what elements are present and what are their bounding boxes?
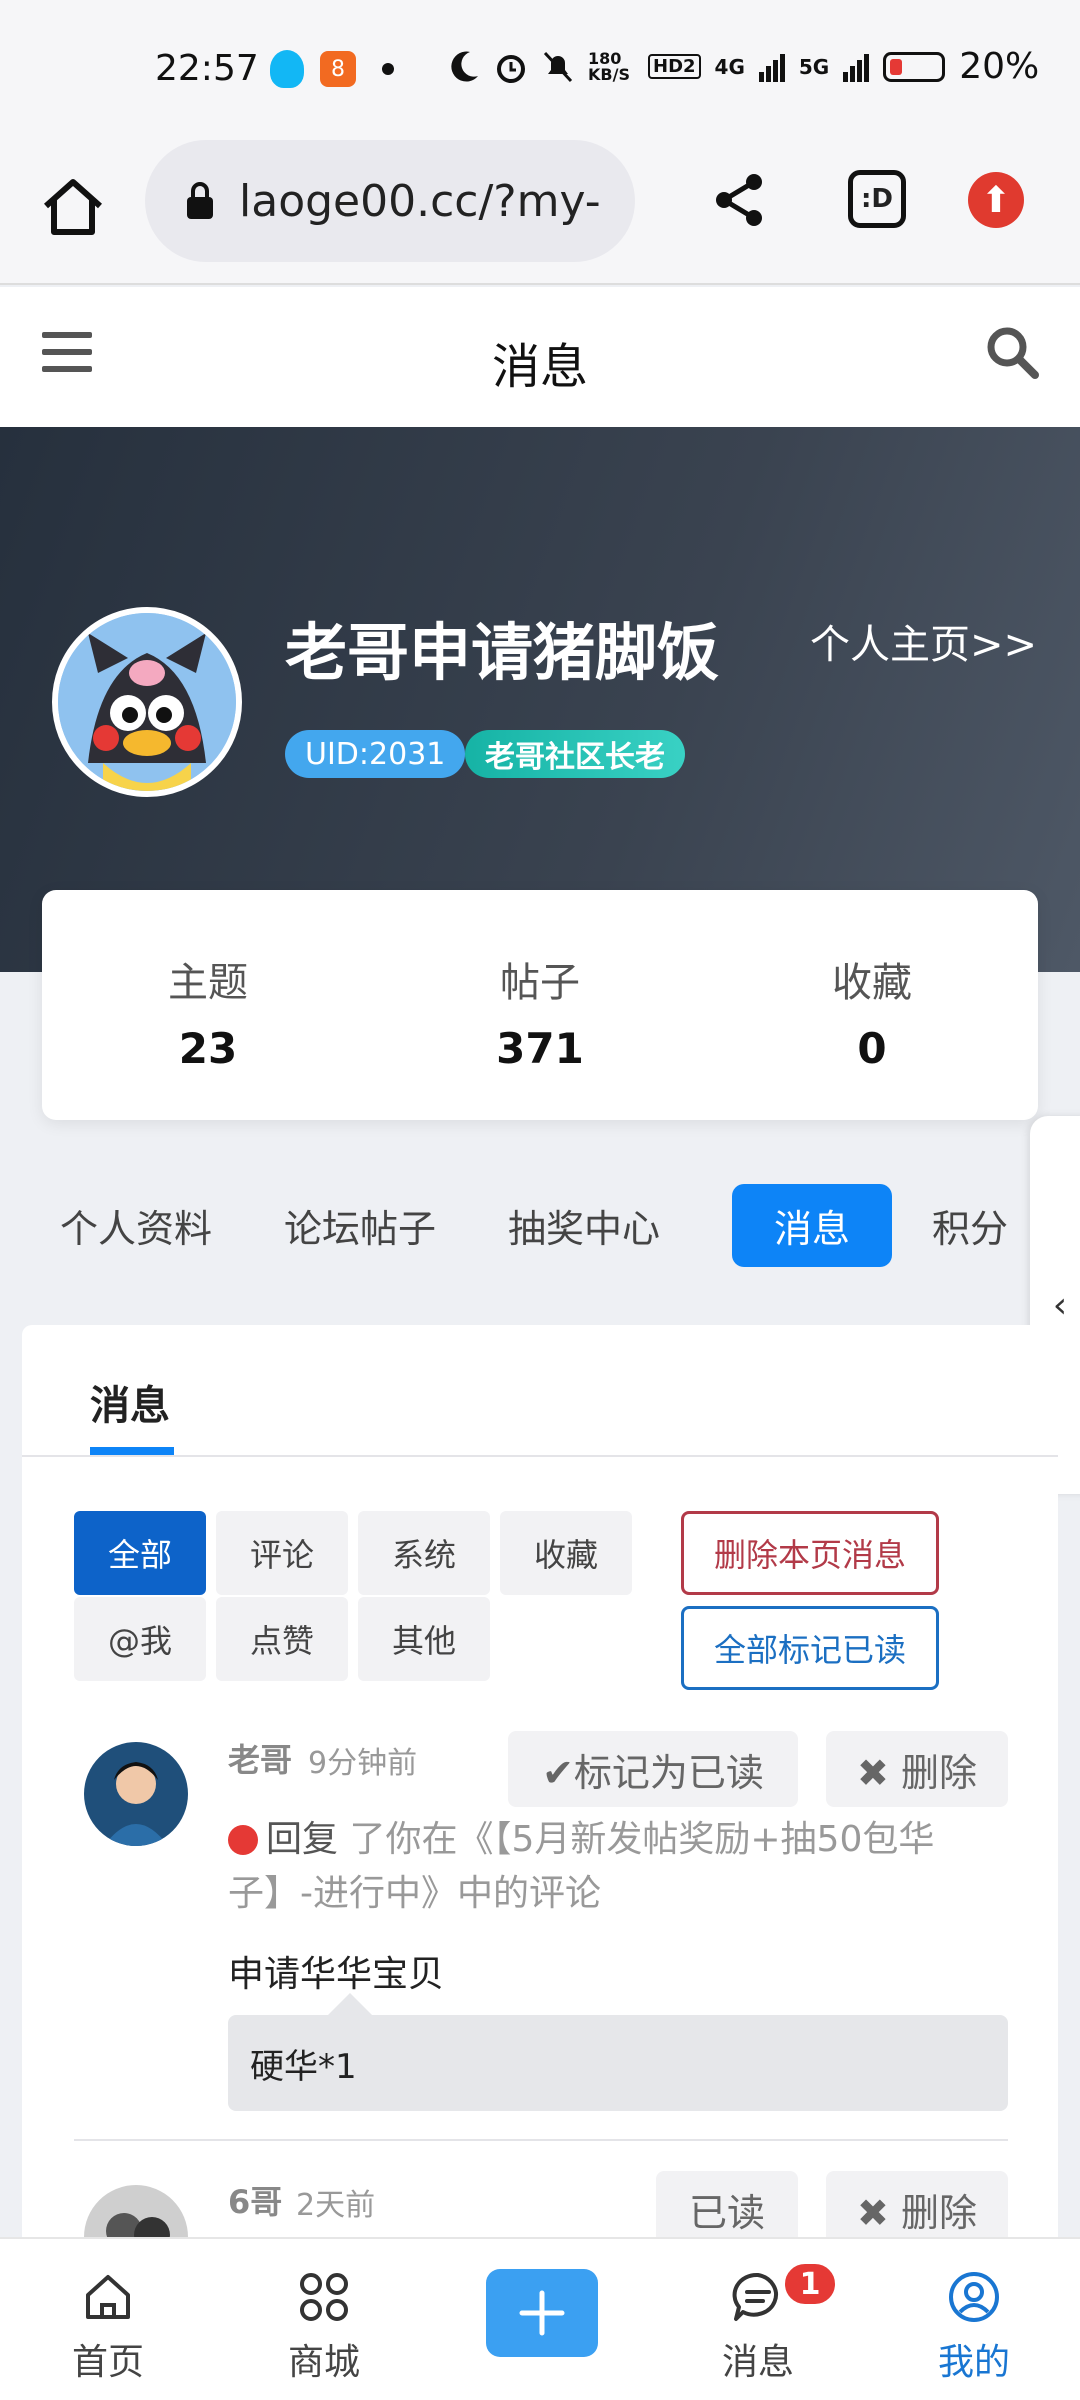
nav-me[interactable]: 我的 [904, 2269, 1044, 2385]
plus-icon [519, 2290, 565, 2336]
panel-tab-indicator [90, 1447, 174, 1455]
nav-label: 我的 [937, 2342, 1010, 2383]
delete-button[interactable]: ✖ 删除 [826, 1731, 1008, 1807]
search-icon[interactable] [985, 325, 1041, 381]
signal-4g: 4G [714, 54, 745, 79]
update-icon[interactable]: ⬆ [968, 172, 1024, 228]
username: 老哥申请猪脚饭 [285, 616, 720, 689]
status-time: 22:57 [155, 48, 259, 89]
action-prefix: 回复 [266, 1819, 339, 1860]
sender-name[interactable]: 6哥 [228, 2177, 282, 2223]
sender-avatar[interactable] [84, 1742, 188, 1846]
moon-icon [451, 51, 478, 82]
mute-icon [543, 51, 573, 82]
tab-profile[interactable]: 个人资料 [60, 1184, 212, 1267]
bottom-nav: 首页 商城 消息 1 我的 [0, 2237, 1080, 2400]
page-title: 消息 [491, 339, 588, 395]
message-time: 9分钟前 [308, 1746, 418, 1781]
stat-label: 收藏 [832, 960, 912, 1006]
sender-name[interactable]: 老哥 [228, 1735, 292, 1781]
nav-shop[interactable]: 商城 [254, 2269, 394, 2385]
stats-card: 主题 23 帖子 371 收藏 0 [42, 890, 1038, 1120]
message-content: 申请华华宝贝 [228, 1954, 445, 1995]
nav-label: 商城 [287, 2342, 360, 2383]
avatar[interactable] [52, 607, 242, 797]
battery-icon [883, 51, 946, 82]
stat-favorites[interactable]: 收藏 0 [706, 890, 1038, 1120]
stat-value: 371 [496, 1024, 584, 1073]
stat-posts[interactable]: 帖子 371 [374, 890, 706, 1120]
tab-points[interactable]: 积分 [932, 1184, 1008, 1267]
home-icon [86, 2275, 130, 2319]
panel-tab-messages[interactable]: 消息 [90, 1373, 170, 1431]
battery-percent: 20% [959, 46, 1040, 87]
rank-badge: 老哥社区长老 [465, 730, 685, 778]
url-bar[interactable]: laoge00.cc/?my- [145, 140, 635, 262]
tab-switcher-icon[interactable]: :D [848, 170, 906, 228]
net-speed: 180 KB/S [588, 48, 630, 84]
stat-label: 主题 [168, 960, 248, 1006]
filter-mentions[interactable]: @我 [74, 1597, 206, 1681]
uid-badge: UID:2031 [285, 730, 466, 778]
status-bar: 22:57 8 180 KB/S HD2 4G 5G 20% [0, 0, 1080, 130]
alarm-icon [497, 54, 525, 83]
browser-toolbar: laoge00.cc/?my- :D ⬆ [0, 130, 1080, 285]
filter-all[interactable]: 全部 [74, 1511, 206, 1595]
hd-indicator: HD2 [648, 54, 701, 79]
read-status-button[interactable]: 已读 [656, 2171, 798, 2247]
new-post-button[interactable] [486, 2269, 598, 2357]
chevron-left-icon: ‹ [1052, 1284, 1068, 1326]
filter-favorites[interactable]: 收藏 [500, 1511, 632, 1595]
delete-button[interactable]: ✖ 删除 [826, 2171, 1008, 2247]
grid-icon [300, 2273, 348, 2321]
url-text: laoge00.cc/?my- [239, 175, 601, 227]
mark-all-read-button[interactable]: 全部标记已读 [681, 1606, 939, 1690]
homepage-link[interactable]: 个人主页>> [810, 612, 1037, 670]
stat-topics[interactable]: 主题 23 [42, 890, 374, 1120]
qq-icon [270, 50, 304, 88]
message-time: 2天前 [296, 2188, 376, 2223]
tab-messages[interactable]: 消息 [732, 1184, 892, 1267]
divider [22, 1455, 1058, 1457]
more-dot-icon [382, 63, 394, 75]
filter-likes[interactable]: 点赞 [216, 1597, 348, 1681]
tab-lottery[interactable]: 抽奖中心 [508, 1184, 660, 1267]
nav-label: 首页 [71, 2342, 144, 2383]
page-header: 消息 [0, 287, 1080, 427]
filter-other[interactable]: 其他 [358, 1597, 490, 1681]
mark-read-button[interactable]: ✔标记为已读 [508, 1731, 798, 1807]
app-notification-icon: 8 [320, 51, 356, 87]
signal-bars-2-icon [843, 53, 870, 82]
filter-system[interactable]: 系统 [358, 1511, 490, 1595]
signal-bars-icon [758, 53, 785, 82]
lock-icon [187, 182, 213, 219]
messages-panel: 消息 全部 评论 系统 收藏 @我 点赞 其他 删除本页消息 全部标记已读 老哥… [22, 1325, 1058, 2325]
unread-count-badge: 1 [782, 2261, 838, 2307]
status-app-icons: 8 [270, 50, 394, 88]
message-separator [74, 2139, 1008, 2141]
delete-page-messages-button[interactable]: 删除本页消息 [681, 1511, 939, 1595]
filter-comments[interactable]: 评论 [216, 1511, 348, 1595]
stat-value: 0 [857, 1024, 887, 1073]
user-icon [949, 2272, 999, 2322]
chat-icon [732, 2272, 778, 2321]
unread-dot-icon [228, 1825, 258, 1855]
tab-forum-posts[interactable]: 论坛帖子 [284, 1184, 436, 1267]
status-system-icons: 180 KB/S HD2 4G 5G 20% [450, 46, 1039, 87]
nav-label: 消息 [721, 2342, 794, 2383]
home-icon[interactable] [38, 172, 108, 242]
quoted-comment: 硬华*1 [228, 1993, 1008, 2111]
stat-label: 帖子 [500, 960, 580, 1006]
stat-value: 23 [178, 1024, 238, 1073]
profile-tabs: 个人资料 论坛帖子 抽奖中心 消息 积分 [60, 1184, 1080, 1267]
nav-home[interactable]: 首页 [38, 2269, 178, 2385]
share-icon[interactable] [710, 170, 770, 230]
message-summary[interactable]: 回复 了你在《【5月新发帖奖励+抽50包华子】-进行中》中的评论 [228, 1813, 998, 1921]
signal-5g: 5G [798, 54, 830, 79]
